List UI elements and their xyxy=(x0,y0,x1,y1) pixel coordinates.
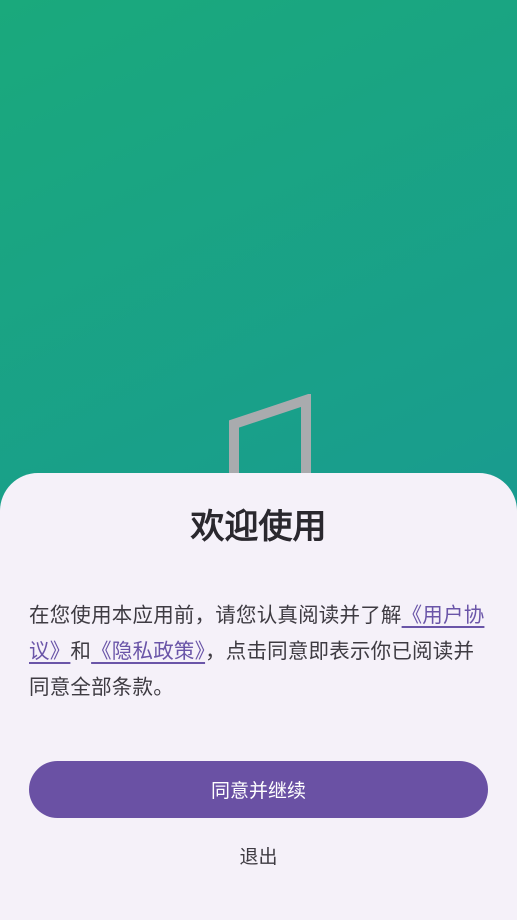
door-logo-icon xyxy=(229,394,311,484)
consent-text-before: 在您使用本应用前，请您认真阅读并了解 xyxy=(29,603,402,627)
consent-message: 在您使用本应用前，请您认真阅读并了解《用户协议》和《隐私政策》，点击同意即表示你… xyxy=(29,597,488,705)
privacy-policy-link[interactable]: 《隐私政策》 xyxy=(91,639,205,663)
agree-continue-button[interactable]: 同意并继续 xyxy=(29,761,488,818)
exit-button[interactable]: 退出 xyxy=(239,842,277,869)
dialog-title: 欢迎使用 xyxy=(190,507,327,547)
consent-text-and: 和 xyxy=(70,639,92,663)
privacy-consent-sheet: 欢迎使用 在您使用本应用前，请您认真阅读并了解《用户协议》和《隐私政策》，点击同… xyxy=(0,473,517,920)
